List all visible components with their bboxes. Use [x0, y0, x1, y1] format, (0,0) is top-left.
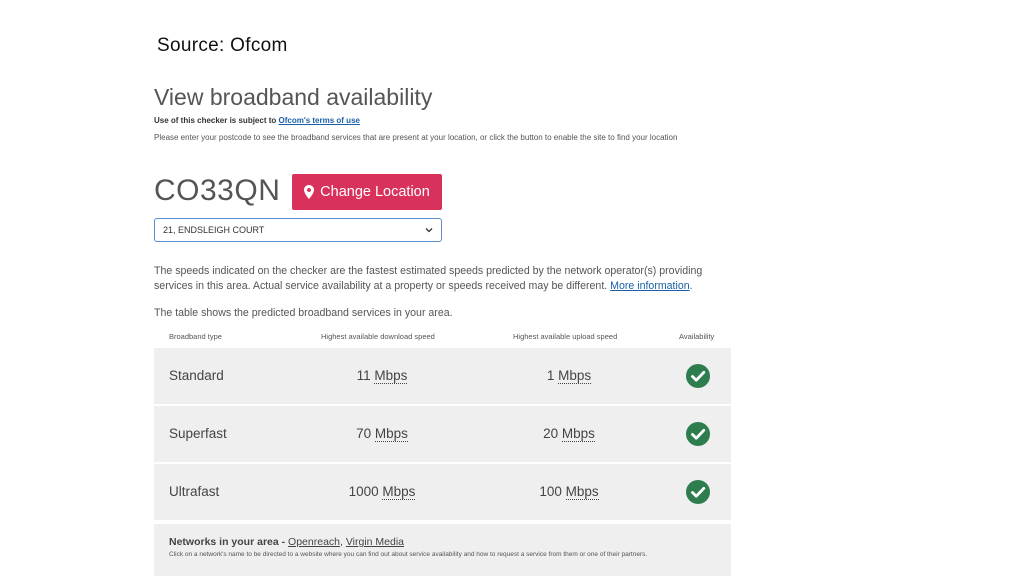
- download-value: 70: [356, 426, 372, 441]
- broadband-type: Standard: [169, 368, 224, 383]
- table-row: Ultrafast 1000 Mbps 100 Mbps: [154, 464, 731, 520]
- header-upload-speed: Highest available upload speed: [513, 332, 618, 341]
- download-unit: Mbps: [382, 484, 416, 500]
- postcode-display: CO33QN: [154, 174, 281, 207]
- upload-unit: Mbps: [565, 484, 599, 500]
- terms-link[interactable]: Ofcom's terms of use: [278, 116, 359, 125]
- chevron-down-icon: [425, 228, 433, 233]
- network-link-openreach[interactable]: Openreach: [288, 536, 340, 548]
- upload-unit: Mbps: [561, 426, 595, 442]
- download-unit: Mbps: [374, 426, 408, 442]
- table-header: Broadband type Highest available downloa…: [154, 332, 731, 348]
- download-speed: 70 Mbps: [307, 406, 457, 462]
- upload-value: 100: [539, 484, 562, 499]
- check-circle-icon: [686, 480, 710, 504]
- download-value: 1000: [348, 484, 379, 499]
- download-speed: 11 Mbps: [307, 348, 457, 404]
- header-availability: Availability: [679, 332, 715, 341]
- upload-value: 1: [546, 368, 555, 383]
- broadband-type: Ultrafast: [169, 484, 220, 499]
- instructions-text: Please enter your postcode to see the br…: [154, 133, 678, 142]
- terms-prefix: Use of this checker is subject to: [154, 116, 279, 125]
- more-information-link[interactable]: More information: [610, 280, 689, 292]
- networks-label: Networks in your area -: [169, 536, 289, 548]
- header-download-speed: Highest available download speed: [321, 332, 435, 341]
- networks-line: Networks in your area - Openreach, Virgi…: [169, 536, 716, 548]
- network-link-virgin-media[interactable]: Virgin Media: [346, 536, 404, 548]
- page-title: View broadband availability: [154, 84, 433, 110]
- speed-disclaimer: The speeds indicated on the checker are …: [154, 264, 734, 294]
- disclaimer-suffix: .: [689, 280, 693, 292]
- upload-value: 20: [543, 426, 559, 441]
- networks-panel: Networks in your area - Openreach, Virgi…: [154, 524, 731, 576]
- header-broadband-type: Broadband type: [169, 332, 222, 341]
- check-circle-icon: [686, 422, 710, 446]
- broadband-type: Superfast: [169, 426, 227, 441]
- table-intro: The table shows the predicted broadband …: [154, 307, 453, 319]
- address-selected-value: 21, ENDSLEIGH COURT: [163, 225, 265, 235]
- download-value: 11: [356, 368, 371, 383]
- table-row: Standard 11 Mbps 1 Mbps: [154, 348, 731, 404]
- source-caption: Source: Ofcom: [157, 35, 288, 56]
- terms-notice: Use of this checker is subject to Ofcom'…: [154, 116, 360, 125]
- change-location-label: Change Location: [320, 184, 430, 200]
- networks-note: Click on a network's name to be directed…: [169, 551, 648, 558]
- upload-unit: Mbps: [558, 368, 592, 384]
- change-location-button[interactable]: Change Location: [292, 174, 442, 210]
- map-pin-icon: [304, 185, 315, 199]
- address-select[interactable]: 21, ENDSLEIGH COURT: [154, 218, 442, 242]
- download-unit: Mbps: [374, 368, 408, 384]
- upload-speed: 100 Mbps: [494, 464, 644, 520]
- upload-speed: 20 Mbps: [494, 406, 644, 462]
- download-speed: 1000 Mbps: [307, 464, 457, 520]
- table-row: Superfast 70 Mbps 20 Mbps: [154, 406, 731, 462]
- check-circle-icon: [686, 364, 710, 388]
- upload-speed: 1 Mbps: [494, 348, 644, 404]
